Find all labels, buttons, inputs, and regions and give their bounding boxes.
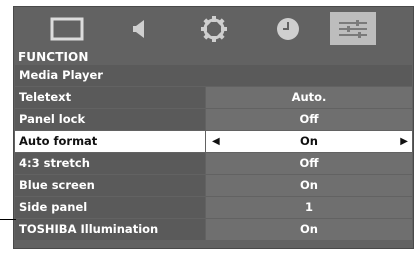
gear-icon [199, 14, 229, 44]
row-label: Side panel [15, 197, 205, 218]
menu-row-panel-lock[interactable]: Panel lock Off [15, 109, 412, 130]
sliders-icon [336, 18, 370, 40]
row-value: Off [206, 153, 412, 174]
row-value: On [206, 131, 412, 152]
tab-sound[interactable] [117, 12, 163, 45]
callout-pointer-line [0, 219, 16, 220]
menu-row-teletext[interactable]: Teletext Auto. [15, 87, 412, 108]
row-value: On [206, 175, 412, 196]
menu-row-side-panel[interactable]: Side panel 1 [15, 197, 412, 218]
tab-function[interactable] [330, 12, 376, 45]
tab-setup[interactable] [191, 12, 237, 45]
menu-tabs [14, 7, 413, 53]
row-label: TOSHIBA Illumination [15, 219, 205, 240]
tv-menu-screen: FUNCTION Media Player Teletext Auto. Pan… [13, 6, 414, 249]
row-label: Blue screen [15, 175, 205, 196]
menu-row-blue-screen[interactable]: Blue screen On [15, 175, 412, 196]
tab-picture[interactable] [44, 12, 90, 45]
tab-timer[interactable] [265, 12, 311, 45]
function-menu-list: Media Player Teletext Auto. Panel lock O… [15, 65, 412, 240]
row-value: Off [206, 109, 412, 130]
row-label: Teletext [15, 87, 205, 108]
menu-row-toshiba-illumination[interactable]: TOSHIBA Illumination On [15, 219, 412, 240]
speaker-icon [128, 17, 152, 41]
menu-row-auto-format[interactable]: Auto format On ◀ ▶ [15, 131, 412, 152]
row-label: Panel lock [15, 109, 205, 130]
menu-row-media-player[interactable]: Media Player [15, 65, 412, 86]
picture-icon [50, 17, 84, 41]
row-label: 4:3 stretch [15, 153, 205, 174]
row-label: Auto format [15, 131, 205, 152]
row-value: Auto. [206, 87, 412, 108]
row-value: On [206, 219, 412, 240]
menu-row-43-stretch[interactable]: 4:3 stretch Off [15, 153, 412, 174]
row-value: 1 [206, 197, 412, 218]
clock-icon [275, 16, 301, 42]
section-title: FUNCTION [18, 50, 89, 64]
arrow-left-icon[interactable]: ◀ [212, 131, 220, 152]
arrow-right-icon[interactable]: ▶ [400, 131, 408, 152]
row-label: Media Player [15, 65, 412, 86]
